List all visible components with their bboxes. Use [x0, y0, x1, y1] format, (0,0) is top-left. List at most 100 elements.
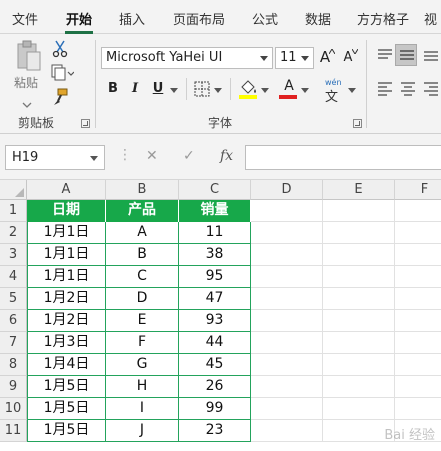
- insert-function-button[interactable]: fx: [220, 148, 233, 164]
- tab-data[interactable]: 数据: [305, 9, 331, 28]
- name-box[interactable]: H19: [5, 145, 105, 170]
- underline-button[interactable]: U: [150, 81, 166, 96]
- tab-file[interactable]: 文件: [12, 9, 38, 28]
- row-header-2[interactable]: 2: [0, 222, 27, 244]
- grid-cell[interactable]: [395, 222, 441, 244]
- align-center-icon[interactable]: [400, 82, 416, 96]
- table-cell[interactable]: A: [106, 222, 179, 244]
- table-cell[interactable]: F: [106, 332, 179, 354]
- font-color-dropdown-chevron-icon[interactable]: [301, 88, 309, 93]
- column-header-b[interactable]: B: [106, 180, 179, 200]
- grid-cell[interactable]: [251, 354, 323, 376]
- column-header-c[interactable]: C: [179, 180, 251, 200]
- font-name-select[interactable]: Microsoft YaHei UI: [101, 47, 273, 69]
- grid-cell[interactable]: [395, 354, 441, 376]
- table-cell[interactable]: J: [106, 420, 179, 442]
- phonetic-dropdown-chevron-icon[interactable]: [348, 88, 356, 93]
- grid-cell[interactable]: [323, 288, 395, 310]
- row-header-3[interactable]: 3: [0, 244, 27, 266]
- column-header-a[interactable]: A: [27, 180, 106, 200]
- grid-cell[interactable]: [323, 332, 395, 354]
- align-right-icon[interactable]: [423, 82, 439, 96]
- tab-fangfang[interactable]: 方方格子: [357, 9, 409, 28]
- grid-cell[interactable]: [395, 332, 441, 354]
- table-cell[interactable]: 47: [179, 288, 251, 310]
- table-cell[interactable]: 44: [179, 332, 251, 354]
- table-cell[interactable]: 11: [179, 222, 251, 244]
- grow-font-button[interactable]: A: [317, 48, 335, 68]
- table-cell[interactable]: I: [106, 398, 179, 420]
- grid-cell[interactable]: [251, 244, 323, 266]
- phonetic-button[interactable]: wén 文: [323, 78, 345, 105]
- shrink-font-button[interactable]: A: [340, 48, 358, 68]
- tab-formulas[interactable]: 公式: [252, 9, 278, 28]
- table-cell[interactable]: 99: [179, 398, 251, 420]
- grid-cell[interactable]: [251, 222, 323, 244]
- grid-cell[interactable]: [323, 200, 395, 222]
- grid-cell[interactable]: [395, 200, 441, 222]
- cancel-entry-button[interactable]: ✕: [146, 148, 158, 164]
- row-header-8[interactable]: 8: [0, 354, 27, 376]
- align-left-icon[interactable]: [377, 82, 393, 96]
- select-all-button[interactable]: [0, 180, 27, 200]
- row-header-4[interactable]: 4: [0, 266, 27, 288]
- column-header-f[interactable]: F: [395, 180, 441, 200]
- table-cell[interactable]: B: [106, 244, 179, 266]
- tab-page-layout[interactable]: 页面布局: [173, 9, 225, 28]
- table-cell[interactable]: 1月4日: [27, 354, 106, 376]
- table-header-cell[interactable]: 产品: [106, 200, 179, 222]
- grid-cell[interactable]: [395, 310, 441, 332]
- border-icon[interactable]: [194, 81, 210, 97]
- border-dropdown-chevron-icon[interactable]: [214, 88, 222, 93]
- grid-cell[interactable]: [395, 266, 441, 288]
- formula-input[interactable]: [245, 145, 441, 170]
- table-cell[interactable]: C: [106, 266, 179, 288]
- italic-button[interactable]: I: [127, 81, 143, 96]
- row-header-11[interactable]: 11: [0, 420, 27, 442]
- font-size-select[interactable]: 11: [275, 47, 314, 69]
- row-header-7[interactable]: 7: [0, 332, 27, 354]
- row-header-1[interactable]: 1: [0, 200, 27, 222]
- table-cell[interactable]: 1月2日: [27, 310, 106, 332]
- table-cell[interactable]: 1月2日: [27, 288, 106, 310]
- clipboard-launcher-icon[interactable]: [81, 119, 90, 128]
- grid-cell[interactable]: [251, 398, 323, 420]
- align-bottom-icon[interactable]: [423, 48, 439, 62]
- grid-cell[interactable]: [395, 398, 441, 420]
- column-header-d[interactable]: D: [251, 180, 323, 200]
- cut-button[interactable]: [52, 40, 70, 58]
- bold-button[interactable]: B: [105, 81, 121, 96]
- row-header-9[interactable]: 9: [0, 376, 27, 398]
- grid-cell[interactable]: [251, 310, 323, 332]
- fill-color-icon[interactable]: [238, 78, 258, 100]
- table-header-cell[interactable]: 销量: [179, 200, 251, 222]
- table-cell[interactable]: 38: [179, 244, 251, 266]
- font-color-button[interactable]: A: [279, 78, 299, 100]
- tab-insert[interactable]: 插入: [119, 9, 145, 28]
- underline-dropdown-chevron-icon[interactable]: [170, 88, 178, 93]
- paste-dropdown-button[interactable]: [22, 102, 36, 112]
- grid-cell[interactable]: [251, 420, 323, 442]
- grid-cell[interactable]: [323, 354, 395, 376]
- grid-cell[interactable]: [251, 332, 323, 354]
- table-cell[interactable]: 1月3日: [27, 332, 106, 354]
- grid-cell[interactable]: [323, 244, 395, 266]
- column-header-e[interactable]: E: [323, 180, 395, 200]
- paste-button[interactable]: 粘贴: [12, 40, 46, 92]
- grid-cell[interactable]: [323, 222, 395, 244]
- grid-cell[interactable]: [395, 244, 441, 266]
- grid-cell[interactable]: [251, 288, 323, 310]
- table-cell[interactable]: 26: [179, 376, 251, 398]
- row-header-10[interactable]: 10: [0, 398, 27, 420]
- table-cell[interactable]: G: [106, 354, 179, 376]
- format-painter-button[interactable]: [52, 88, 70, 106]
- table-cell[interactable]: 1月1日: [27, 244, 106, 266]
- table-cell[interactable]: 95: [179, 266, 251, 288]
- table-cell[interactable]: 45: [179, 354, 251, 376]
- table-cell[interactable]: D: [106, 288, 179, 310]
- table-cell[interactable]: 1月5日: [27, 398, 106, 420]
- grid-cell[interactable]: [323, 398, 395, 420]
- table-cell[interactable]: 1月5日: [27, 420, 106, 442]
- fill-dropdown-chevron-icon[interactable]: [261, 88, 269, 93]
- copy-button[interactable]: [50, 64, 76, 82]
